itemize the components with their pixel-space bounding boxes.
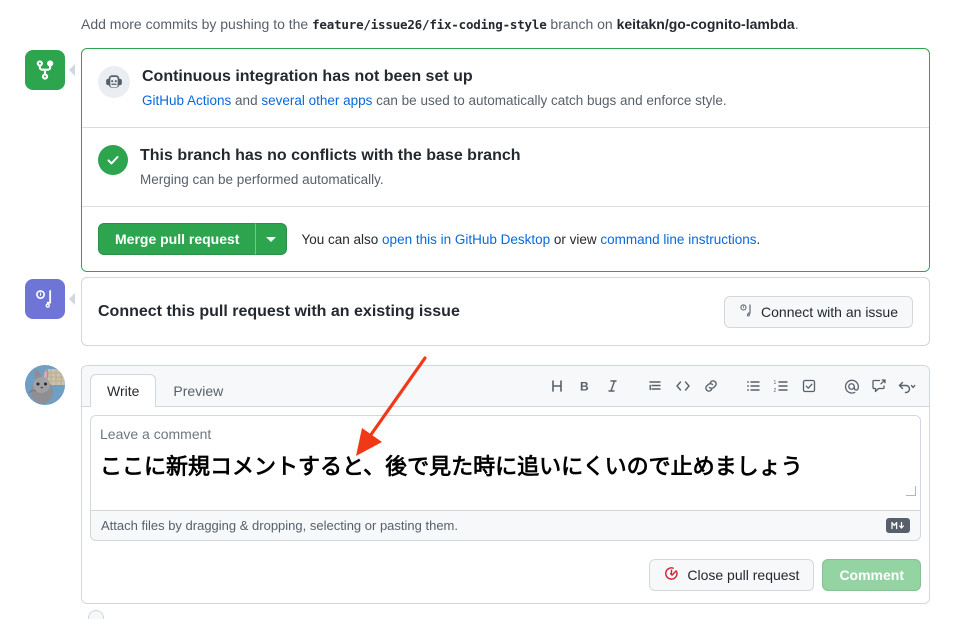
conflict-status-sub: Merging can be performed automatically.	[140, 172, 384, 187]
connect-with-issue-label: Connect with an issue	[761, 303, 898, 320]
bold-icon[interactable]: B	[571, 373, 599, 399]
markdown-toolbar: B 1 2	[543, 373, 921, 406]
merge-hint-suffix: .	[756, 231, 761, 247]
pull-request-merge-page: Add more commits by pushing to the featu…	[0, 0, 972, 619]
attach-files-hint: Attach files by dragging & dropping, sel…	[101, 518, 458, 533]
quote-icon[interactable]	[641, 373, 669, 399]
code-icon[interactable]	[669, 373, 697, 399]
attach-files-bar: Attach files by dragging & dropping, sel…	[91, 510, 920, 540]
close-pull-request-label: Close pull request	[687, 567, 800, 583]
close-pull-request-button[interactable]: Close pull request	[649, 559, 815, 591]
connect-issue-title: Connect this pull request with an existi…	[98, 302, 460, 320]
link-icon[interactable]	[697, 373, 725, 399]
composer-header: Write Preview B 1 2	[82, 366, 929, 407]
comment-textarea[interactable]: Leave a comment ここに新規コメントすると、後で見た時に追いにくい…	[91, 416, 920, 510]
task-list-icon[interactable]	[795, 373, 823, 399]
conflict-status-row: This branch has no conflicts with the ba…	[82, 128, 929, 207]
merge-options-dropdown-button[interactable]	[255, 223, 288, 255]
connect-with-issue-button[interactable]: Connect with an issue	[724, 295, 913, 328]
heading-icon[interactable]	[543, 373, 571, 399]
merge-status-badge	[25, 50, 65, 90]
conflict-status-title: This branch has no conflicts with the ba…	[140, 147, 521, 164]
merge-pull-request-button[interactable]: Merge pull request	[98, 223, 256, 255]
comment-text-value: ここに新規コメントすると、後で見た時に追いにくいので止めましょう	[100, 454, 803, 479]
comment-submit-button[interactable]: Comment	[822, 559, 921, 591]
merge-hint-text: You can also open this in GitHub Desktop…	[301, 232, 760, 247]
push-commits-note: Add more commits by pushing to the featu…	[81, 14, 799, 35]
git-merge-icon	[36, 60, 54, 80]
chevron-down-icon	[266, 236, 277, 242]
merge-hint-mid: or view	[550, 231, 601, 247]
robot-icon	[98, 66, 130, 98]
mention-icon[interactable]	[837, 373, 865, 399]
github-actions-link[interactable]: GitHub Actions	[142, 93, 231, 108]
comment-placeholder: Leave a comment	[100, 426, 212, 442]
push-note-middle: branch on	[546, 16, 617, 32]
ordered-list-icon[interactable]: 1 2	[767, 373, 795, 399]
tab-preview[interactable]: Preview	[156, 374, 240, 407]
saved-reply-icon[interactable]	[865, 373, 893, 399]
composer-tabs: Write Preview	[90, 373, 240, 407]
github-desktop-link[interactable]: open this in GitHub Desktop	[382, 232, 550, 247]
merge-actions-row: Merge pull request You can also open thi…	[82, 207, 929, 271]
avatar-image	[25, 365, 65, 405]
ci-status-sub: GitHub Actions and several other apps ca…	[142, 91, 727, 111]
user-avatar[interactable]	[25, 365, 65, 405]
repo-name: keitakn/go-cognito-lambda	[616, 16, 795, 32]
comment-textarea-wrapper: Leave a comment ここに新規コメントすると、後で見た時に追いにくい…	[90, 415, 921, 541]
ci-status-title: Continuous integration has not been set …	[142, 68, 473, 85]
cross-reference-icon	[739, 303, 754, 321]
push-note-suffix: .	[794, 16, 799, 32]
connect-issue-badge	[25, 279, 65, 319]
composer-footer: Close pull request Comment	[82, 549, 929, 603]
ci-sub-mid: and	[231, 93, 262, 108]
unordered-list-icon[interactable]	[739, 373, 767, 399]
reply-icon[interactable]	[893, 373, 921, 399]
push-note-prefix: Add more commits by pushing to the	[81, 16, 313, 32]
merge-hint-prefix: You can also	[301, 231, 383, 247]
other-apps-link[interactable]: several other apps	[261, 93, 372, 108]
cross-reference-icon	[36, 290, 52, 308]
ci-sub-tail: can be used to automatically catch bugs …	[372, 93, 727, 108]
issue-closed-icon	[664, 566, 679, 584]
comment-composer: Write Preview B 1 2 Leave a comment ここに新…	[81, 365, 930, 604]
svg-text:B: B	[580, 380, 589, 394]
italic-icon[interactable]	[599, 373, 627, 399]
timeline-next-item-stub	[88, 610, 104, 619]
tab-write[interactable]: Write	[90, 374, 157, 407]
composer-body: Leave a comment ここに新規コメントすると、後で見た時に追いにくい…	[82, 407, 929, 549]
branch-name: feature/issue26/fix-coding-style	[312, 17, 547, 32]
textarea-resize-handle[interactable]	[906, 486, 916, 496]
markdown-icon[interactable]	[886, 518, 910, 533]
check-circle-icon	[98, 145, 128, 175]
svg-text:1: 1	[774, 380, 777, 386]
connect-badge-pointer	[69, 293, 75, 305]
merge-badge-pointer	[69, 64, 75, 76]
svg-text:2: 2	[774, 388, 777, 394]
merge-status-box: Continuous integration has not been set …	[81, 48, 930, 272]
ci-status-row: Continuous integration has not been set …	[82, 49, 929, 128]
command-line-instructions-link[interactable]: command line instructions	[600, 232, 756, 247]
connect-issue-box: Connect this pull request with an existi…	[81, 277, 930, 346]
